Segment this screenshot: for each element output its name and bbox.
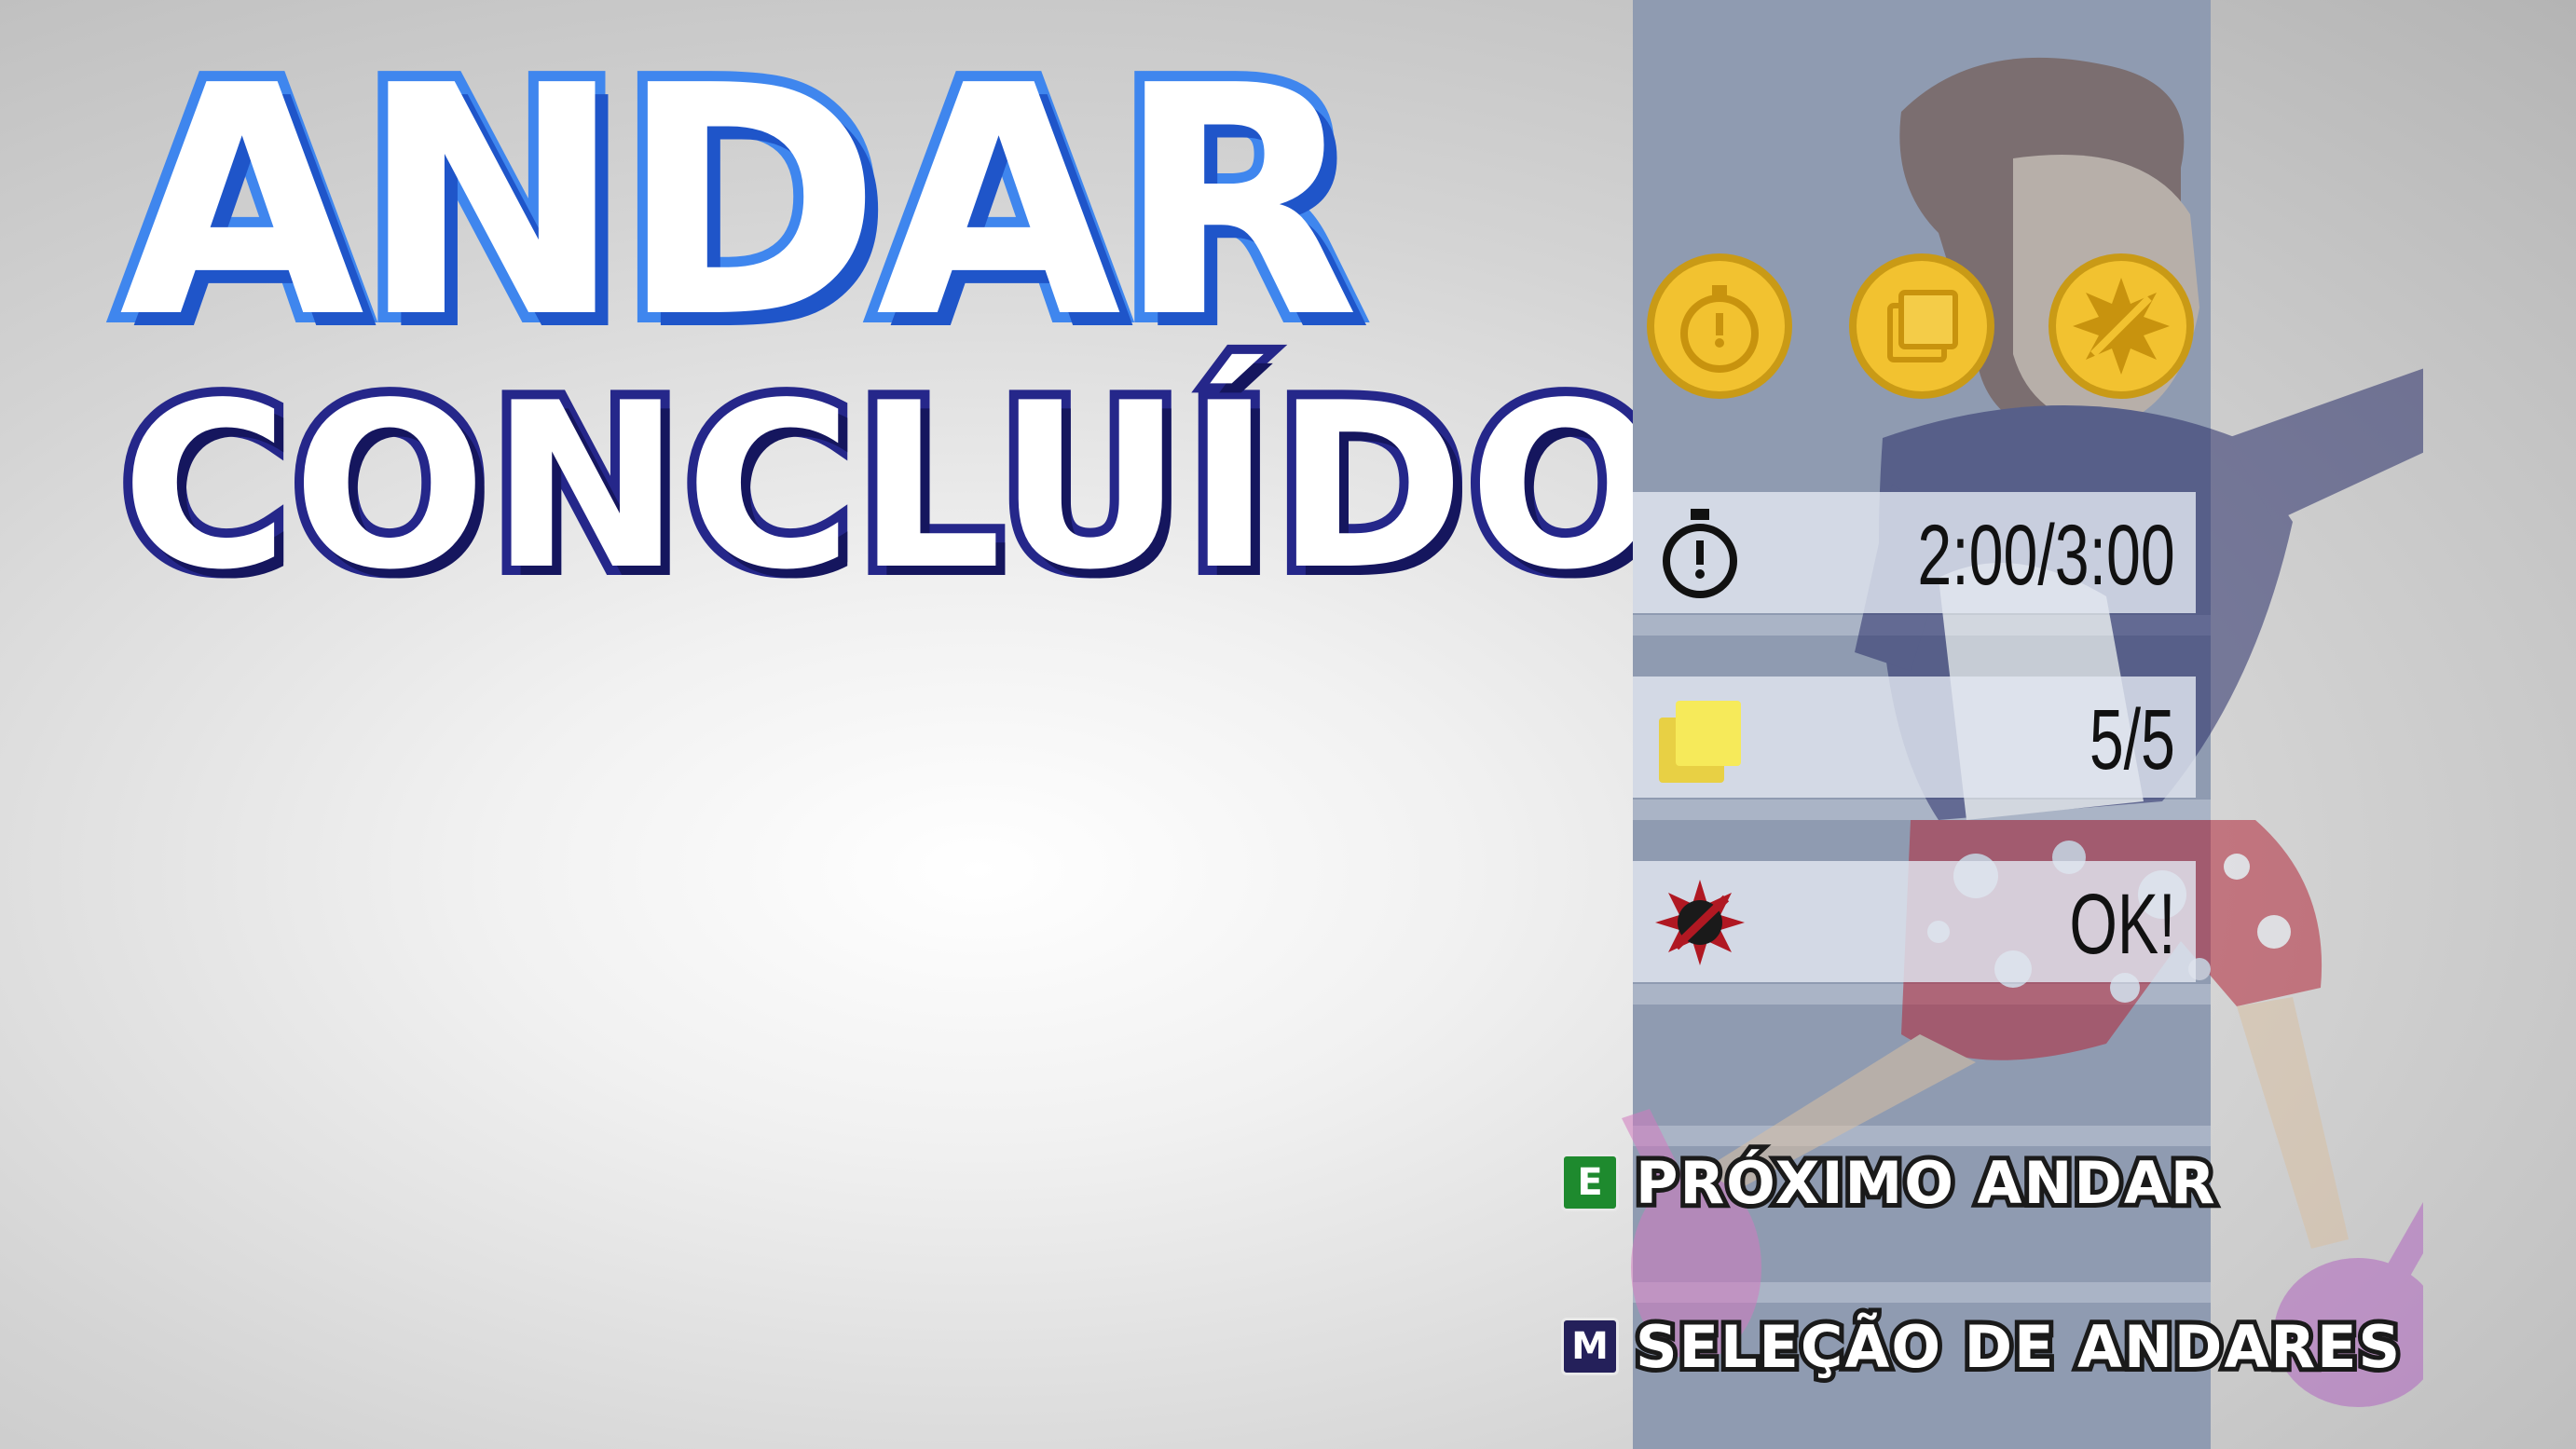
floor-selection-option[interactable]: M SELEÇÃO DE ANDARES [1561, 1308, 2405, 1386]
floor-selection-label: SELEÇÃO DE ANDARES [1631, 1308, 2405, 1386]
key-e-badge: E [1561, 1154, 1619, 1211]
next-floor-option[interactable]: E PRÓXIMO ANDAR [1561, 1144, 2220, 1222]
sticky-notes-icon [1659, 701, 1741, 783]
notes-value: 5/5 [2089, 692, 2175, 787]
next-floor-label: PRÓXIMO ANDAR [1631, 1144, 2220, 1222]
no-bug-icon [1655, 880, 1745, 965]
level-subtitle: CONCLUÍDO [112, 354, 1672, 620]
level-title: ANDAR [109, 19, 1370, 388]
bug-medal [2048, 253, 2194, 399]
notes-medal [1849, 253, 1994, 399]
time-medal [1647, 253, 1792, 399]
bug-value: OK! [2068, 877, 2175, 972]
notes-stat-row: 5/5 [1633, 677, 2196, 798]
stopwatch-icon [1663, 509, 1737, 598]
key-m-badge: M [1561, 1318, 1619, 1375]
bug-stat-row: OK! [1633, 861, 2196, 982]
time-value: 2:00/3:00 [1917, 508, 2175, 603]
time-stat-row: 2:00/3:00 [1633, 492, 2196, 613]
